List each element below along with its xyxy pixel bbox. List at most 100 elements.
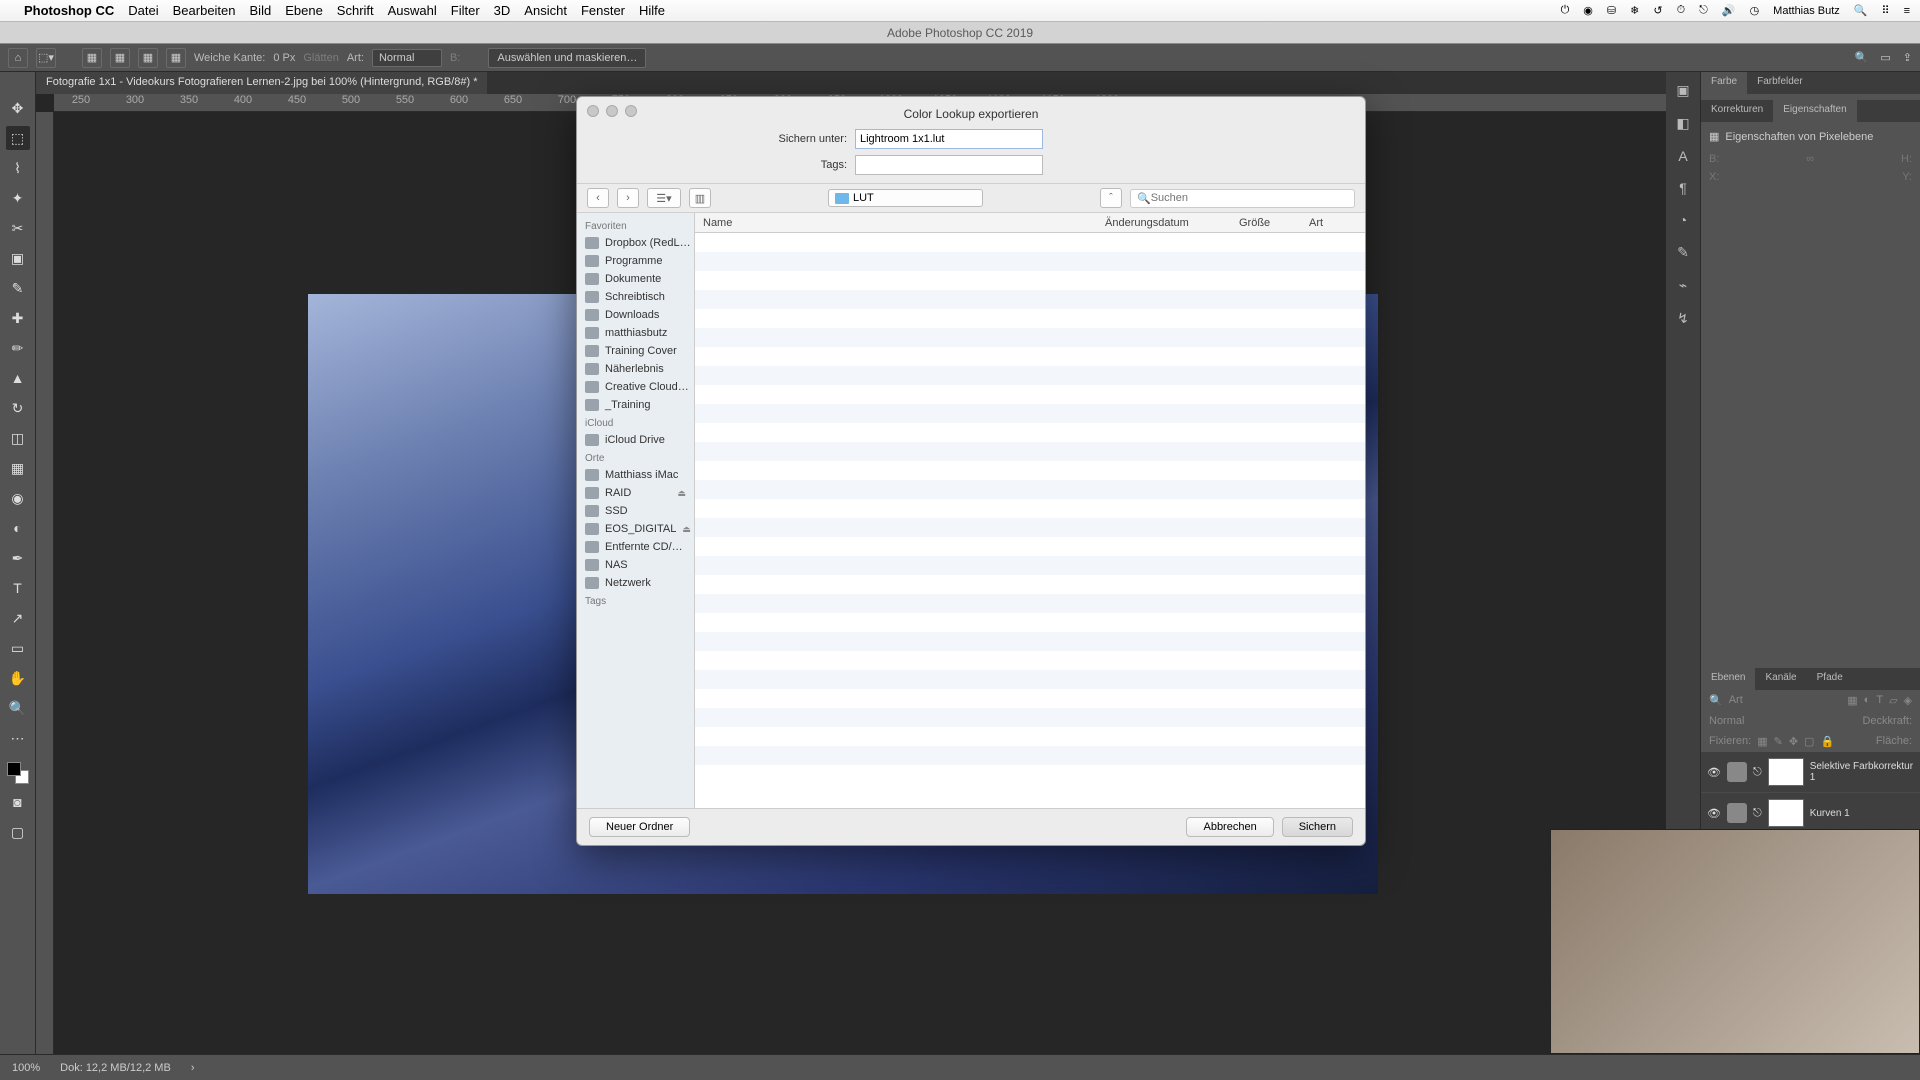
menu-ebene[interactable]: Ebene <box>285 3 323 18</box>
strip-icon[interactable]: ✎ <box>1677 244 1689 261</box>
more-tools[interactable]: ⋯ <box>6 726 30 750</box>
marquee-add-icon[interactable]: ▦ <box>110 48 130 68</box>
visibility-icon[interactable]: 👁 <box>1707 807 1721 820</box>
status-icon[interactable]: ⏱ <box>1677 4 1686 17</box>
strip-icon[interactable]: ↯ <box>1677 310 1689 327</box>
dodge-tool[interactable]: ◐ <box>6 516 30 540</box>
control-icon[interactable]: ⠿ <box>1882 4 1890 17</box>
filter-type-icon[interactable]: T <box>1876 694 1883 707</box>
strip-icon[interactable]: A <box>1678 148 1687 164</box>
lock-icon[interactable]: ▢ <box>1804 735 1814 748</box>
menu-hilfe[interactable]: Hilfe <box>639 3 665 18</box>
tool-preset-icon[interactable]: ⬚▾ <box>36 48 56 68</box>
menu-auswahl[interactable]: Auswahl <box>388 3 437 18</box>
menu-3d[interactable]: 3D <box>494 3 511 18</box>
wand-tool[interactable]: ✦ <box>6 186 30 210</box>
cancel-button[interactable]: Abbrechen <box>1186 817 1273 837</box>
minimize-icon[interactable] <box>606 105 618 117</box>
sidebar-item[interactable]: matthiasbutz <box>577 324 694 342</box>
filter-smart-icon[interactable]: ◈ <box>1904 694 1912 707</box>
doc-info[interactable]: Dok: 12,2 MB/12,2 MB <box>60 1062 171 1074</box>
search-input[interactable] <box>1151 192 1348 204</box>
eraser-tool[interactable]: ◫ <box>6 426 30 450</box>
eject-icon[interactable]: ⏏ <box>682 524 691 535</box>
sidebar-item[interactable]: NAS <box>577 556 694 574</box>
tab-farbe[interactable]: Farbe <box>1701 72 1747 94</box>
view-mode-button[interactable]: ☰▾ <box>647 188 681 208</box>
zoom-value[interactable]: 100% <box>12 1062 40 1074</box>
filter-adj-icon[interactable]: ◐ <box>1864 694 1871 707</box>
app-menu[interactable]: Photoshop CC <box>24 3 114 18</box>
sidebar-item[interactable]: RAID⏏ <box>577 484 694 502</box>
group-button[interactable]: ▥ <box>689 188 711 208</box>
path-tool[interactable]: ↗ <box>6 606 30 630</box>
menu-bild[interactable]: Bild <box>250 3 272 18</box>
shape-tool[interactable]: ▭ <box>6 636 30 660</box>
eyedropper-tool[interactable]: ✎ <box>6 276 30 300</box>
save-button[interactable]: Sichern <box>1282 817 1353 837</box>
tab-ebenen[interactable]: Ebenen <box>1701 668 1755 690</box>
quickmask-tool[interactable]: ◙ <box>6 790 30 814</box>
sidebar-item[interactable]: Netzwerk <box>577 574 694 592</box>
filter-shape-icon[interactable]: ▱ <box>1889 694 1897 707</box>
col-date[interactable]: Änderungsdatum <box>1105 217 1239 229</box>
frame-tool[interactable]: ▣ <box>6 246 30 270</box>
sidebar-item[interactable]: Creative Cloud… <box>577 378 694 396</box>
tab-pfade[interactable]: Pfade <box>1807 668 1853 690</box>
tab-korrekturen[interactable]: Korrekturen <box>1701 100 1773 122</box>
zoom-tool[interactable]: 🔍 <box>6 696 30 720</box>
eject-icon[interactable]: ⏏ <box>677 488 686 499</box>
mask-thumb[interactable] <box>1768 758 1804 786</box>
marquee-new-icon[interactable]: ▦ <box>82 48 102 68</box>
feather-value[interactable]: 0 Px <box>273 52 295 64</box>
tab-eigenschaften[interactable]: Eigenschaften <box>1773 100 1856 122</box>
marquee-tool[interactable]: ⬚ <box>6 126 30 150</box>
strip-icon[interactable]: ▣ <box>1676 82 1689 99</box>
filter-pixel-icon[interactable]: ▦ <box>1847 694 1857 707</box>
stamp-tool[interactable]: ▲ <box>6 366 30 390</box>
sidebar-item[interactable]: Entfernte CD/… <box>577 538 694 556</box>
search-icon[interactable]: 🔍 <box>1855 51 1869 64</box>
layer-filter[interactable]: Art <box>1729 694 1743 707</box>
lock-icon[interactable]: 🔒 <box>1820 735 1834 748</box>
home-icon[interactable]: ⌂ <box>8 48 28 68</box>
new-folder-button[interactable]: Neuer Ordner <box>589 817 690 837</box>
tags-input[interactable] <box>855 155 1043 175</box>
status-icon[interactable]: ⏻ <box>1561 4 1570 17</box>
filename-input[interactable] <box>855 129 1043 149</box>
strip-icon[interactable]: ¶ <box>1679 180 1687 196</box>
forward-button[interactable]: › <box>617 188 639 208</box>
col-name[interactable]: Name <box>695 217 1105 229</box>
share-icon[interactable]: ⇪ <box>1903 51 1912 64</box>
select-mask-button[interactable]: Auswählen und maskieren… <box>488 48 646 68</box>
sidebar-item[interactable]: Programme <box>577 252 694 270</box>
mask-thumb[interactable] <box>1768 799 1804 827</box>
menu-fenster[interactable]: Fenster <box>581 3 625 18</box>
menu-datei[interactable]: Datei <box>128 3 158 18</box>
brush-tool[interactable]: ✏ <box>6 336 30 360</box>
color-swatch[interactable] <box>7 762 29 784</box>
sidebar-item[interactable]: _Training <box>577 396 694 414</box>
heal-tool[interactable]: ✚ <box>6 306 30 330</box>
crop-tool[interactable]: ✂ <box>6 216 30 240</box>
menu-bearbeiten[interactable]: Bearbeiten <box>173 3 236 18</box>
move-tool[interactable]: ✥ <box>6 96 30 120</box>
status-icon[interactable]: ⛁ <box>1607 4 1616 17</box>
sidebar-item[interactable]: iCloud Drive <box>577 431 694 449</box>
history-brush-tool[interactable]: ↻ <box>6 396 30 420</box>
notification-icon[interactable]: ≡ <box>1904 5 1910 17</box>
clock-icon[interactable]: ◷ <box>1750 4 1760 17</box>
art-select[interactable]: Normal <box>372 49 442 67</box>
sidebar-item[interactable]: SSD <box>577 502 694 520</box>
pen-tool[interactable]: ✒ <box>6 546 30 570</box>
menu-filter[interactable]: Filter <box>451 3 480 18</box>
screenmode-tool[interactable]: ▢ <box>6 820 30 844</box>
chevron-up-icon[interactable]: ˆ <box>1100 188 1122 208</box>
status-icon[interactable]: ↺ <box>1653 4 1662 17</box>
close-icon[interactable] <box>587 105 599 117</box>
sidebar-item[interactable]: Training Cover <box>577 342 694 360</box>
lasso-tool[interactable]: ⌇ <box>6 156 30 180</box>
hand-tool[interactable]: ✋ <box>6 666 30 690</box>
menu-ansicht[interactable]: Ansicht <box>524 3 567 18</box>
lock-icon[interactable]: ✎ <box>1774 735 1783 748</box>
